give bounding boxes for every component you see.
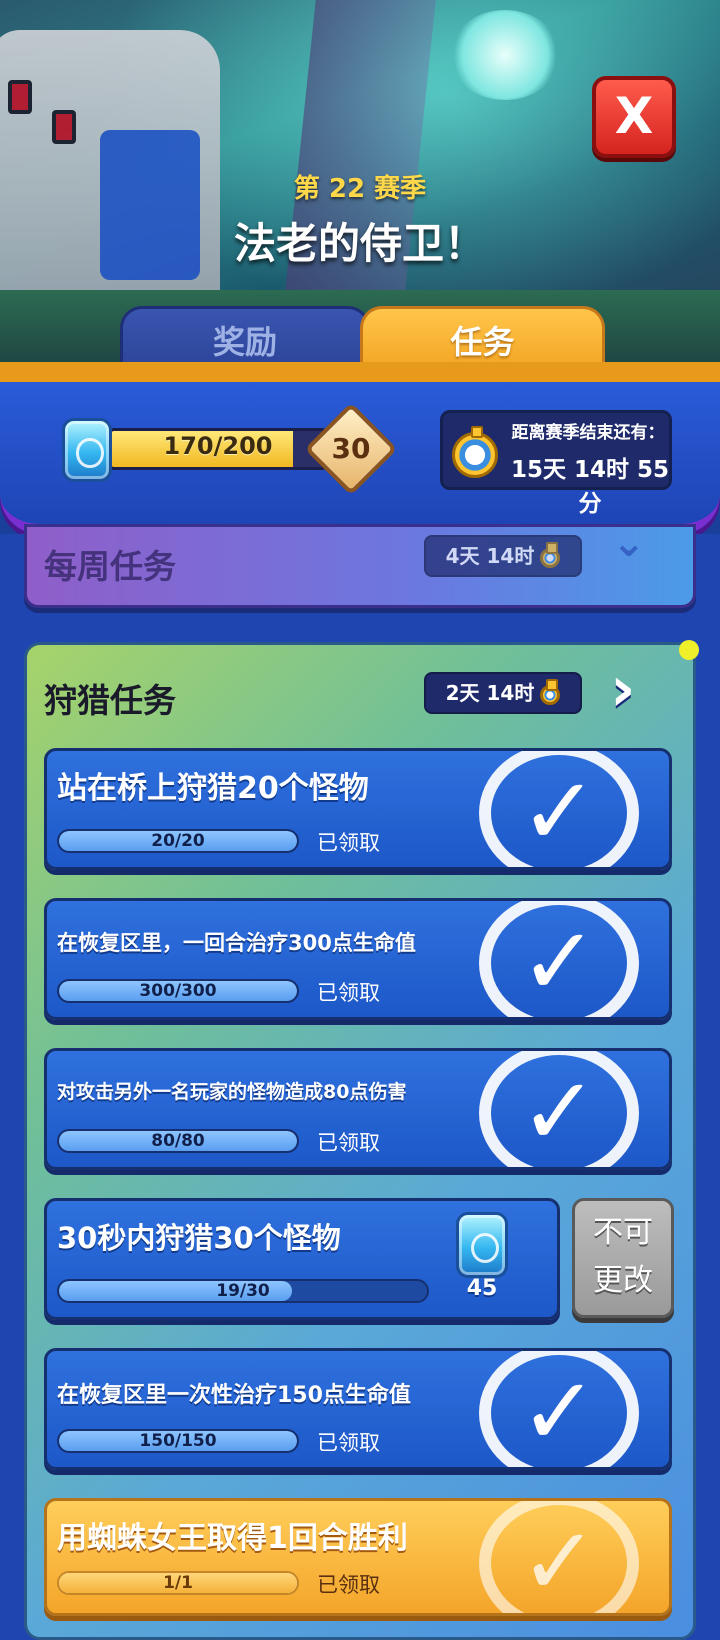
task-card[interactable]: 用蜘蛛女王取得1回合胜利 1/1 已领取 ✓: [44, 1498, 672, 1616]
stopwatch-icon: [540, 678, 561, 705]
check-icon: ✓: [479, 751, 639, 867]
hunt-timer-text: 2天 14时: [445, 681, 535, 705]
task-status: 已领取: [317, 1573, 380, 1597]
weekly-tasks-title: 每周任务: [44, 547, 176, 586]
task-status: 已领取: [317, 1431, 380, 1455]
task-progress-text: 80/80: [151, 1131, 205, 1151]
task-status: 已领取: [317, 981, 380, 1005]
task-progress-text: 1/1: [163, 1573, 193, 1593]
stopwatch-icon: [452, 426, 498, 478]
task-status: 已领取: [317, 831, 380, 855]
season-number: 第 22 赛季: [293, 174, 427, 204]
close-button[interactable]: X: [592, 76, 676, 158]
task-title: 在恢复区里一次性治疗150点生命值: [57, 1383, 411, 1408]
task-progress-text: 150/150: [139, 1431, 217, 1451]
check-icon: ✓: [479, 901, 639, 1017]
close-icon: X: [614, 87, 654, 145]
notification-dot: [679, 640, 699, 660]
task-title: 用蜘蛛女王取得1回合胜利: [57, 1521, 408, 1556]
task-card[interactable]: 对攻击另外一名玩家的怪物造成80点伤害 80/80 已领取 ✓: [44, 1048, 672, 1170]
season-title: 法老的侍卫！: [233, 219, 486, 268]
task-title: 在恢复区里，一回合治疗300点生命值: [57, 931, 416, 955]
task-card[interactable]: 在恢复区里，一回合治疗300点生命值 300/300 已领取 ✓: [44, 898, 672, 1020]
task-progress-text: 300/300: [139, 981, 217, 1001]
season-timer-label: 距离赛季结束还有：: [511, 423, 665, 443]
tab-underline: [0, 362, 720, 382]
task-reward-amount: 45: [466, 1276, 498, 1301]
cannot-change-button[interactable]: 不可 更改: [572, 1198, 674, 1318]
season-xp-text: 170/200: [163, 432, 273, 460]
level-number: 30: [331, 432, 371, 465]
season-timer-value: 15天 14时 55分: [510, 457, 670, 517]
stopwatch-icon: [540, 541, 561, 568]
check-icon: ✓: [479, 1051, 639, 1167]
gem-icon: [62, 418, 112, 482]
task-progress-text: 19/30: [216, 1281, 270, 1301]
task-card[interactable]: 站在桥上狩猎20个怪物 20/20 已领取 ✓: [44, 748, 672, 870]
check-icon: ✓: [479, 1501, 639, 1613]
check-icon: ✓: [479, 1351, 639, 1467]
hunt-timer: 2天 14时: [424, 672, 582, 714]
chevron-right-icon[interactable]: ›: [610, 658, 658, 724]
task-card[interactable]: 在恢复区里一次性治疗150点生命值 150/150 已领取 ✓: [44, 1348, 672, 1470]
task-title: 对攻击另外一名玩家的怪物造成80点伤害: [57, 1081, 407, 1103]
ghost-character-art: [450, 10, 560, 100]
chevron-down-icon[interactable]: ⌄: [612, 520, 646, 566]
task-progress-text: 20/20: [151, 831, 205, 851]
weekly-timer: 4天 14时: [424, 535, 582, 577]
task-title: 站在桥上狩猎20个怪物: [57, 771, 369, 806]
task-status: 已领取: [317, 1131, 380, 1155]
hunt-tasks-title: 狩猎任务: [44, 681, 176, 720]
gem-icon: [456, 1212, 508, 1278]
weekly-timer-text: 4天 14时: [445, 544, 535, 568]
task-title: 30秒内狩猎30个怪物: [57, 1221, 341, 1255]
